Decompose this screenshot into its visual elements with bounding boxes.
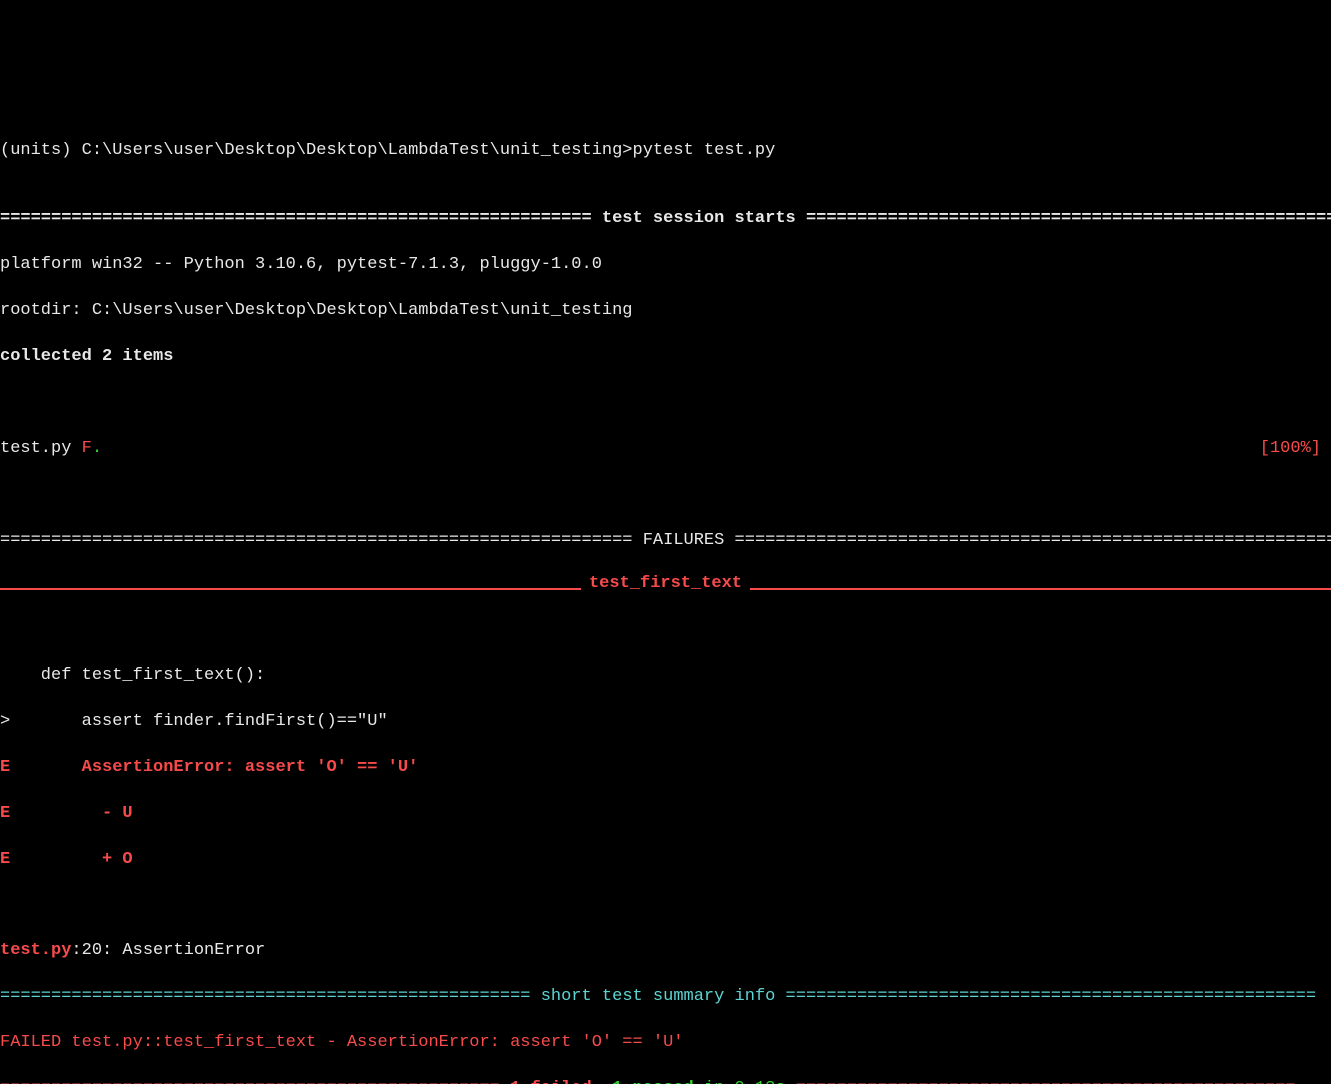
- terminal-output: (units) C:\Users\user\Desktop\Desktop\La…: [0, 92, 1331, 1084]
- collected-info: collected 2 items: [0, 346, 1331, 369]
- final-divider: ========================================…: [0, 1078, 1331, 1084]
- progress-pct: [100%]: [1260, 438, 1331, 461]
- session-divider: ========================================…: [0, 208, 1331, 231]
- traceback-loc: test.py:20: AssertionError: [0, 940, 1331, 963]
- tb-loc: :20: AssertionError: [71, 941, 265, 960]
- blank: [0, 484, 1331, 507]
- divider-bar-right: [750, 580, 1331, 590]
- diff-plus: E + O: [0, 849, 1331, 872]
- command-text: pytest test.py: [633, 141, 776, 160]
- failed-test-name: test_first_text: [581, 573, 750, 596]
- command-line[interactable]: (units) C:\Users\user\Desktop\Desktop\La…: [0, 140, 1331, 163]
- diff-minus: E - U: [0, 803, 1331, 826]
- divider-bar-left: [0, 580, 581, 590]
- tb-file: test.py: [0, 941, 71, 960]
- final-time: in 0.13s: [694, 1079, 786, 1084]
- final-failed: 1 failed: [510, 1079, 592, 1084]
- pass-marker: .: [92, 438, 102, 461]
- fail-marker: F: [82, 438, 92, 461]
- blank: [0, 895, 1331, 918]
- summary-divider: ========================================…: [0, 986, 1331, 1009]
- failed-summary: FAILED test.py::test_first_text - Assert…: [0, 1032, 1331, 1055]
- code-line-assert: > assert finder.findFirst()=="U": [0, 711, 1331, 734]
- platform-info: platform win32 -- Python 3.10.6, pytest-…: [0, 254, 1331, 277]
- prompt-prefix: (units) C:\Users\user\Desktop\Desktop\La…: [0, 141, 633, 160]
- failures-divider: ========================================…: [0, 530, 1331, 553]
- assertion-error: E AssertionError: assert 'O' == 'U': [0, 757, 1331, 780]
- test-result-line: test.py F. [100%]: [0, 438, 1331, 461]
- blank: [0, 619, 1331, 642]
- final-passed: 1 passed: [612, 1079, 694, 1084]
- rootdir-info: rootdir: C:\Users\user\Desktop\Desktop\L…: [0, 300, 1331, 323]
- code-line-def: def test_first_text():: [0, 665, 1331, 688]
- test-name-divider: test_first_text: [0, 573, 1331, 596]
- blank: [0, 392, 1331, 415]
- result-file: test.py: [0, 438, 82, 461]
